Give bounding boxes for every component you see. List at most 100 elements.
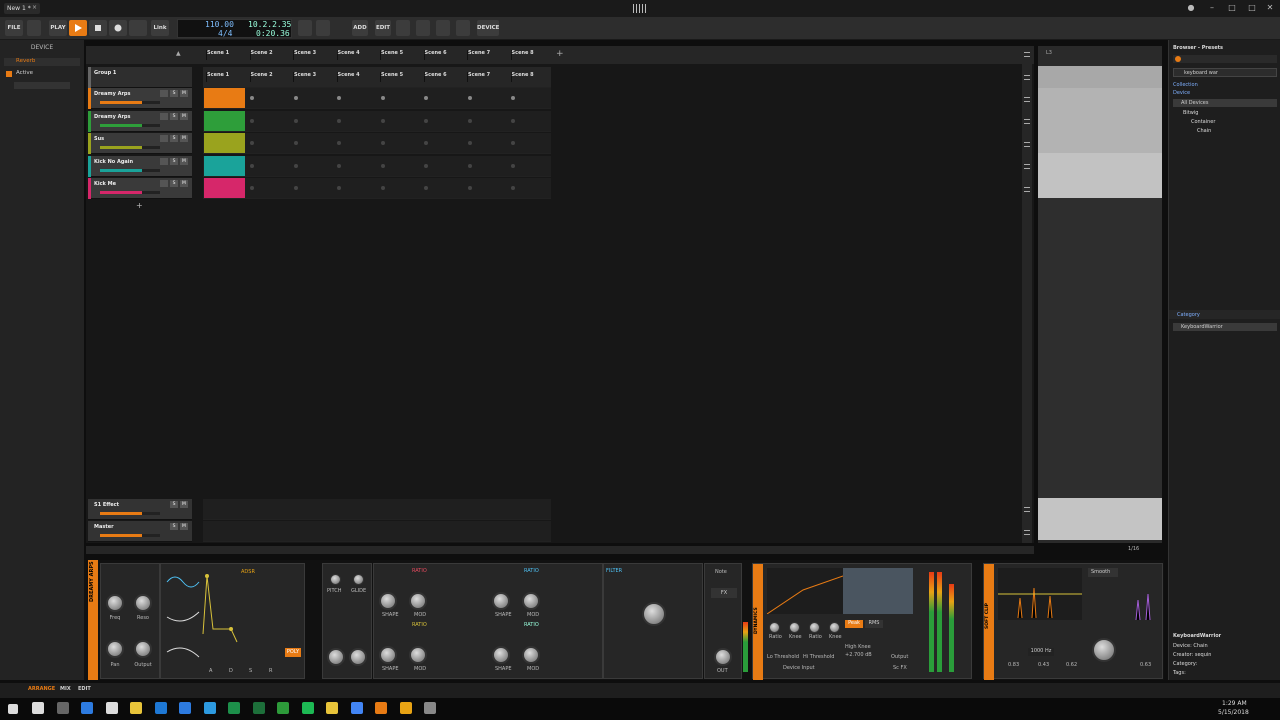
mod-knob[interactable]	[349, 648, 367, 666]
return-track-header[interactable]: S1 Effect S M	[88, 499, 192, 520]
clock-time[interactable]: 1:29 AM	[1222, 700, 1247, 707]
empty-clip-slot[interactable]	[380, 163, 385, 168]
empty-clip-slot[interactable]	[250, 163, 254, 168]
taskbar-app-icon[interactable]	[105, 702, 118, 714]
file-menu-button[interactable]: FILE	[5, 20, 23, 36]
settings-icon[interactable]	[456, 20, 470, 36]
taskbar-app-icon[interactable]	[252, 702, 265, 714]
device-input-selector[interactable]: Device Input	[783, 665, 815, 671]
poly-button[interactable]: POLY	[285, 648, 301, 657]
peak-button[interactable]: Peak	[845, 620, 863, 628]
empty-clip-slot[interactable]	[250, 96, 254, 100]
taskbar-app-icon[interactable]	[424, 702, 436, 714]
maximize-icon[interactable]: □	[1246, 3, 1258, 13]
minimize-icon[interactable]: –	[1206, 3, 1218, 13]
empty-clip-slot[interactable]	[467, 141, 472, 145]
hi-knee-knob[interactable]	[829, 622, 840, 633]
empty-clip-slot[interactable]	[424, 118, 428, 123]
windows-start-icon[interactable]	[8, 704, 18, 714]
param-value-2[interactable]: 0.43	[1038, 662, 1049, 668]
device-section[interactable]: Device	[1173, 90, 1190, 96]
scene-header-1[interactable]: Scene 1	[206, 50, 248, 60]
tempo-readout[interactable]: 110.00	[205, 20, 234, 29]
track-menu-icon[interactable]	[1024, 507, 1030, 512]
empty-clip-slot[interactable]	[511, 141, 515, 145]
scene-header-2[interactable]: Scene 2	[249, 50, 292, 60]
clock-date[interactable]: 5/15/2018	[1218, 709, 1249, 716]
empty-clip-slot[interactable]	[293, 163, 298, 168]
track-name[interactable]: Dreamy Arps	[94, 114, 130, 120]
volume-slider[interactable]	[100, 534, 160, 537]
arm-button[interactable]	[160, 157, 168, 165]
bitwig-row[interactable]: Bitwig	[1183, 110, 1198, 116]
close-tab-icon[interactable]: ×	[32, 4, 37, 11]
browser-tabs[interactable]	[1173, 55, 1277, 63]
taskbar-app-icon[interactable]	[228, 702, 240, 714]
taskbar-app-icon[interactable]	[130, 702, 142, 714]
drive-knob[interactable]	[1092, 638, 1116, 662]
clip-slot-playing[interactable]	[204, 88, 245, 108]
solo-button[interactable]: S	[170, 523, 178, 530]
empty-clip-slot[interactable]	[337, 186, 341, 190]
scene-header-8[interactable]: Scene 8	[510, 50, 553, 60]
edit-button[interactable]: EDIT	[375, 20, 391, 36]
play-icon[interactable]	[69, 20, 87, 36]
metronome-icon[interactable]	[298, 20, 312, 36]
taskbar-app-icon[interactable]	[375, 702, 387, 714]
clip-slot-playing[interactable]	[204, 110, 245, 131]
group-scene-8[interactable]: Scene 8	[510, 72, 553, 82]
empty-clip-slot[interactable]	[380, 141, 385, 145]
taskbar-app-icon[interactable]	[203, 702, 216, 714]
modulator-lfo-icons[interactable]	[163, 572, 203, 662]
empty-clip-slot[interactable]	[467, 186, 472, 190]
op3-mod-knob[interactable]	[409, 646, 427, 664]
group-scene-6[interactable]: Scene 6	[423, 72, 466, 82]
taskbar-app-icon[interactable]	[154, 702, 167, 714]
taskbar-app-icon[interactable]	[56, 702, 69, 714]
arm-button[interactable]	[160, 135, 168, 142]
group-track-header[interactable]: Group 1	[88, 67, 192, 88]
taskbar-app-icon[interactable]	[301, 702, 314, 714]
document-tab[interactable]: New 1 * ×	[4, 3, 40, 14]
arm-button[interactable]	[160, 180, 168, 187]
solo-button[interactable]: S	[170, 157, 178, 165]
param-value-3[interactable]: 0.62	[1066, 662, 1077, 668]
hi-ratio-knob[interactable]	[809, 622, 820, 633]
adsr-envelope-graph[interactable]	[201, 574, 296, 644]
solo-button[interactable]: S	[170, 501, 178, 508]
track-name[interactable]: Kick No Again	[94, 159, 133, 165]
routing-controls[interactable]	[14, 82, 70, 89]
param-value-4[interactable]: 0.63	[1140, 662, 1151, 668]
op4-shape-knob[interactable]	[492, 646, 510, 664]
device-chain-header[interactable]: DREAMY ARPS	[88, 560, 98, 680]
pan-knob[interactable]	[106, 640, 124, 658]
empty-clip-slot[interactable]	[467, 96, 472, 100]
return-track-name[interactable]: S1 Effect	[94, 502, 119, 508]
track-menu-icon[interactable]	[1024, 119, 1030, 124]
dynamics-curve-graph[interactable]	[767, 568, 843, 614]
scene-header-4[interactable]: Scene 4	[336, 50, 379, 60]
taskbar-app-icon[interactable]	[32, 702, 44, 714]
group-scene-7[interactable]: Scene 7	[467, 72, 509, 82]
empty-clip-slot[interactable]	[293, 141, 298, 145]
op4-mod-knob[interactable]	[522, 646, 540, 664]
chain-row[interactable]: Chain	[1197, 128, 1211, 134]
arm-button[interactable]	[160, 90, 168, 97]
volume-slider[interactable]	[100, 512, 160, 515]
track-header[interactable]: Kick No Again S M	[88, 155, 192, 177]
track-name[interactable]: Dreamy Arps	[94, 91, 130, 97]
mute-button[interactable]: M	[180, 180, 188, 187]
track-menu-icon[interactable]	[1024, 530, 1030, 535]
track-menu-icon[interactable]	[1024, 75, 1030, 80]
empty-clip-slot[interactable]	[424, 96, 428, 100]
solo-button[interactable]: S	[170, 135, 178, 142]
empty-clip-slot[interactable]	[337, 141, 341, 145]
empty-clip-slot[interactable]	[511, 96, 515, 100]
solo-button[interactable]: S	[170, 180, 178, 187]
glide-knob[interactable]	[353, 574, 364, 585]
empty-clip-slot[interactable]	[337, 163, 341, 168]
empty-clip-slot[interactable]	[337, 118, 341, 123]
fx-button[interactable]: FX	[711, 588, 737, 598]
stop-icon[interactable]	[89, 20, 107, 36]
empty-clip-slot[interactable]	[380, 186, 385, 190]
